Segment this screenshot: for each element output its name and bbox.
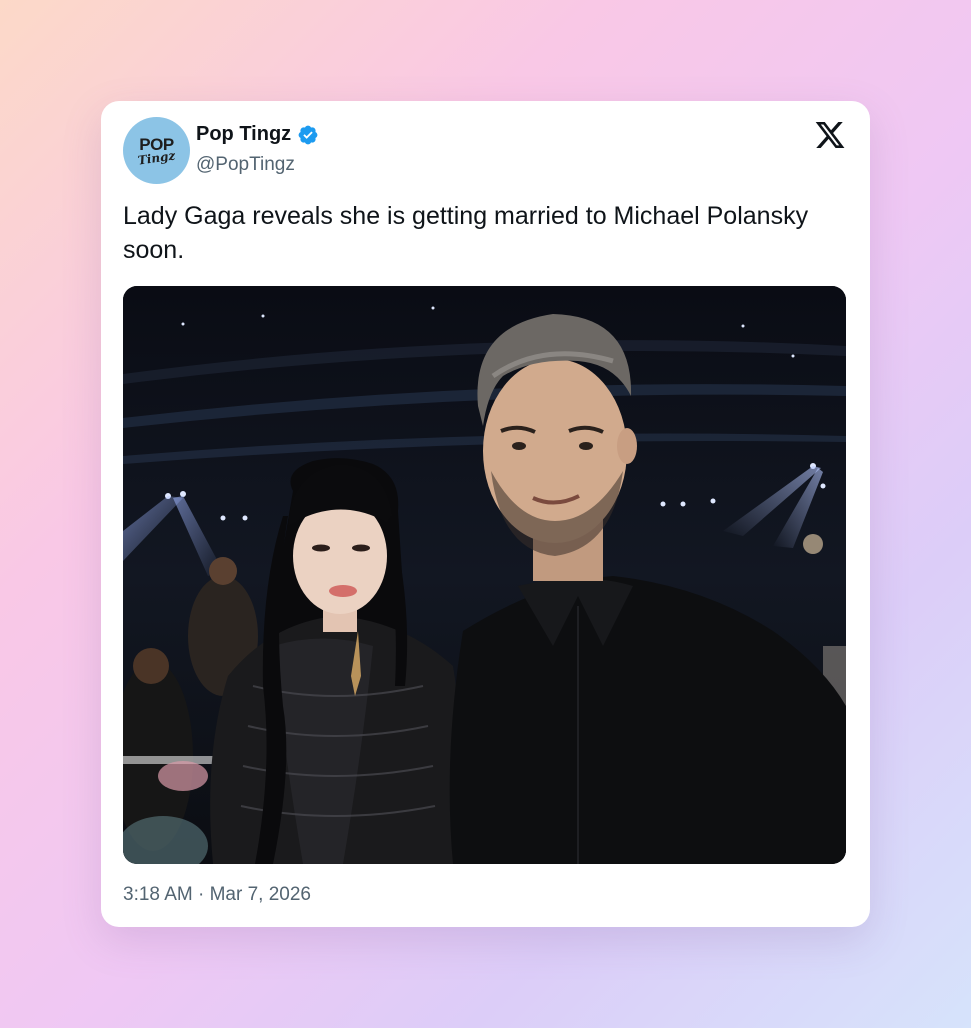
- tweet-card: POP Tingz Pop Tingz @PopTingz Lady Gaga …: [101, 101, 870, 927]
- author-avatar[interactable]: POP Tingz: [123, 117, 190, 184]
- tweet-time[interactable]: 3:18 AM: [123, 884, 193, 905]
- author-handle[interactable]: @PopTingz: [196, 154, 295, 176]
- author-name-row[interactable]: Pop Tingz: [196, 123, 319, 146]
- author-display-name[interactable]: Pop Tingz: [196, 123, 291, 146]
- tweet-timestamp[interactable]: 3:18 AM · Mar 7, 2026: [123, 884, 311, 906]
- tweet-text: Lady Gaga reveals she is getting married…: [123, 202, 809, 264]
- tweet-date[interactable]: Mar 7, 2026: [210, 884, 311, 905]
- photo-icon: [123, 286, 846, 864]
- verified-badge-icon: [298, 125, 318, 144]
- tweet-media-photo[interactable]: [123, 286, 846, 864]
- x-logo-icon[interactable]: [814, 119, 846, 151]
